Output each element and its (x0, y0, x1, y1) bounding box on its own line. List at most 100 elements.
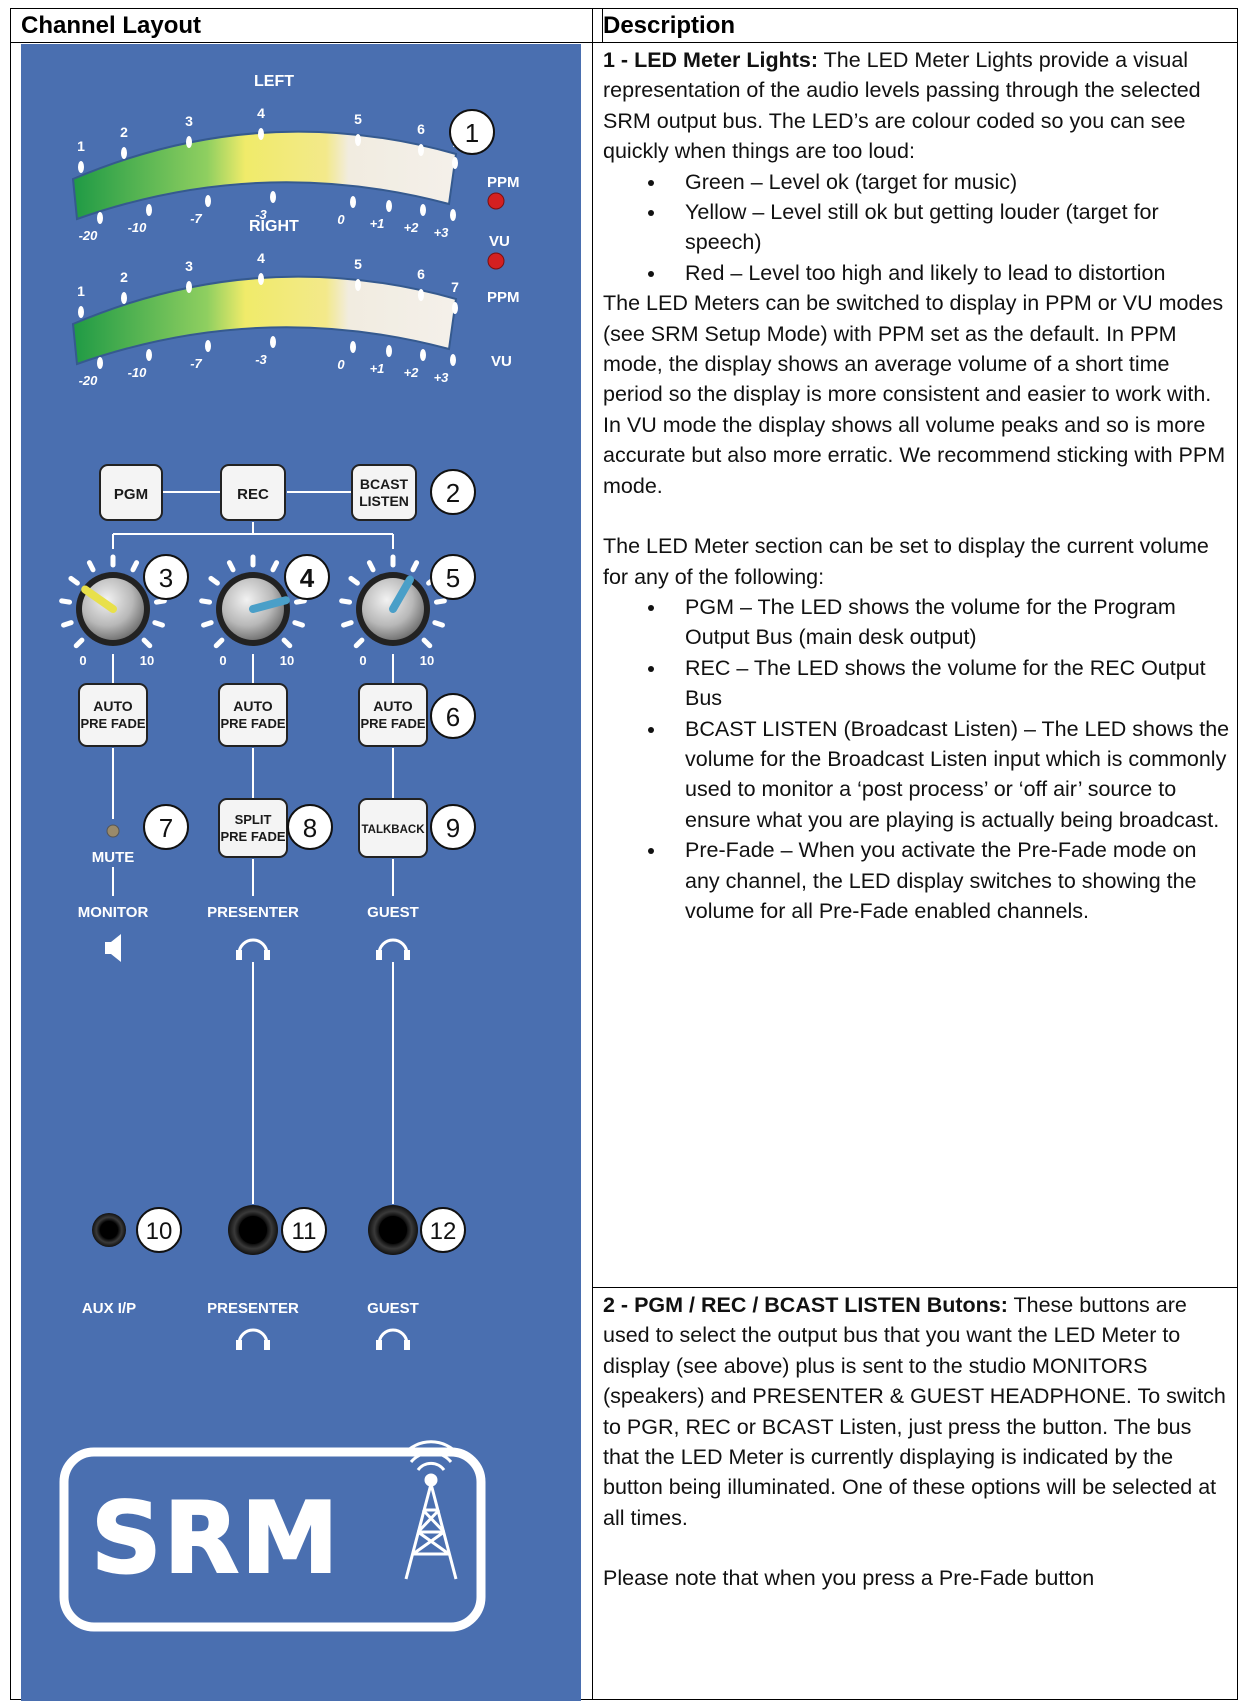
list-item: BCAST LISTEN (Broadcast Listen) – The LE… (667, 714, 1231, 836)
meter-tick (78, 161, 84, 173)
meter-tick-label: -20 (79, 228, 99, 243)
meter-tick (418, 289, 424, 301)
meter-tick-label: 1 (77, 138, 85, 154)
meter-tick-label: -10 (128, 365, 148, 380)
s1-title: 1 - LED Meter Lights: (603, 48, 819, 72)
auto-pre-fade-button-1[interactable] (78, 683, 148, 747)
callout-5-number: 5 (446, 563, 460, 593)
meter-tick (258, 273, 264, 285)
callout-1-number: 1 (465, 118, 479, 148)
meter-right-bar (71, 275, 458, 366)
knob-tick (348, 575, 360, 586)
output-guest-label: GUEST (367, 904, 419, 921)
meter-tick (355, 279, 361, 291)
s1-intro-paragraph: 1 - LED Meter Lights: The LED Meter Ligh… (603, 45, 1231, 167)
list-item: Red – Level too high and likely to lead … (667, 258, 1231, 288)
knob-tick (270, 560, 280, 573)
meter-tick (386, 200, 392, 212)
callout-6-number: 6 (446, 702, 460, 732)
auto-pre-fade-buttons: AUTO PRE FADE AUTO PRE FADE AUTO PRE FAD… (78, 683, 428, 747)
meter-tick-label: 2 (120, 124, 128, 140)
knob-tick (213, 637, 225, 649)
meter-tick-label: 3 (185, 113, 193, 129)
meter-tick (205, 340, 211, 352)
knob-tick (130, 560, 140, 573)
meter-tick (146, 204, 152, 216)
talkback-label: TALKBACK (361, 824, 425, 836)
meter-tick (350, 196, 356, 208)
auto-btn2-l2: PRE FADE (220, 716, 285, 731)
knob-min-label: 0 (79, 653, 86, 668)
knob-tick (152, 620, 165, 628)
jack-aux-label: AUX I/P (82, 1300, 136, 1317)
meter-tick-label: 7 (451, 279, 459, 295)
meter-tick-label: +2 (404, 365, 420, 380)
level-knob-3[interactable]: 0 10 (339, 554, 447, 668)
knob-min-label: 0 (219, 653, 226, 668)
knob-tick (341, 620, 354, 628)
split-pre-fade-button[interactable] (218, 798, 288, 858)
meter-tick-label: 6 (417, 266, 425, 282)
list-item: Yellow – Level still ok but getting loud… (667, 197, 1231, 258)
knob-tick (68, 575, 80, 586)
meter-tick-label: +3 (434, 370, 450, 385)
meter-tick-label: 0 (337, 212, 345, 227)
headphone-icon-guest-jack (377, 1328, 409, 1345)
knob-tick (433, 598, 447, 605)
meter-right-ppm-label: PPM (487, 289, 520, 306)
list-item: Green – Level ok (target for music) (667, 167, 1231, 197)
header-description: Description (603, 12, 736, 39)
meter-left-ppm-label: PPM (487, 174, 520, 191)
knob-max-label: 10 (420, 653, 434, 668)
channel-panel-svg: LEFT 1234567 -20-10-7-30+1+2+3 PPM VU RI… (59, 73, 520, 1632)
meter-tick (420, 349, 426, 361)
broadcast-tower-icon (402, 1440, 460, 1580)
description-section-2: 2 - PGM / REC / BCAST LISTEN Butons: The… (593, 1290, 1239, 1594)
meter-right-label: RIGHT (249, 218, 299, 235)
meter-tick-label: +2 (404, 220, 420, 235)
s2-note-paragraph: Please note that when you press a Pre-Fa… (603, 1566, 1095, 1591)
meter-left-vu-label: VU (489, 233, 510, 250)
header-channel-layout: Channel Layout (11, 9, 603, 42)
auto-pre-fade-button-2[interactable] (218, 683, 288, 747)
mute-led (106, 824, 120, 838)
meter-left-bar (71, 130, 458, 221)
meter-tick-label: 0 (337, 357, 345, 372)
meter-tick (146, 349, 152, 361)
meter-tick-label: 6 (417, 121, 425, 137)
meter-tick-label: 4 (257, 105, 265, 121)
meter-tick-label: -7 (190, 356, 202, 371)
jack-presenter-label: PRESENTER (207, 1300, 299, 1317)
meter-tick (452, 157, 458, 169)
pgm-button-label: PGM (114, 486, 148, 503)
rec-button-label: REC (237, 486, 269, 503)
split-btn-l2: PRE FADE (220, 829, 285, 844)
meter-tick (205, 195, 211, 207)
knob-tick (141, 637, 153, 649)
knob-max-label: 10 (140, 653, 154, 668)
knob-tick (59, 598, 73, 605)
callout-4-number: 4 (300, 563, 315, 593)
knob-tick (281, 637, 293, 649)
list-item: REC – The LED shows the volume for the R… (667, 653, 1231, 714)
s1-display-paragraph: The LED Meter section can be set to disp… (603, 534, 1209, 589)
knob-tick (293, 598, 307, 605)
meter-tick-label: 2 (120, 269, 128, 285)
mute-label: MUTE (92, 849, 135, 866)
meter-tick (450, 354, 456, 366)
output-monitor-label: MONITOR (78, 904, 149, 921)
headphone-icon-presenter (237, 938, 269, 955)
auto-pre-fade-button-3[interactable] (358, 683, 428, 747)
meter-tick (186, 136, 192, 148)
list-item: Pre-Fade – When you activate the Pre-Fad… (667, 835, 1231, 926)
callout-7-number: 7 (159, 813, 173, 843)
meter-tick (355, 134, 361, 146)
s2-body: These buttons are used to select the out… (603, 1293, 1226, 1530)
meter-tick-label: +1 (370, 361, 385, 376)
meter-tick (452, 302, 458, 314)
meter-tick-label: 1 (77, 283, 85, 299)
callout-3-number: 3 (159, 563, 173, 593)
knob-tick (86, 560, 96, 573)
knob-tick (73, 637, 85, 649)
knob-tick (292, 620, 305, 628)
